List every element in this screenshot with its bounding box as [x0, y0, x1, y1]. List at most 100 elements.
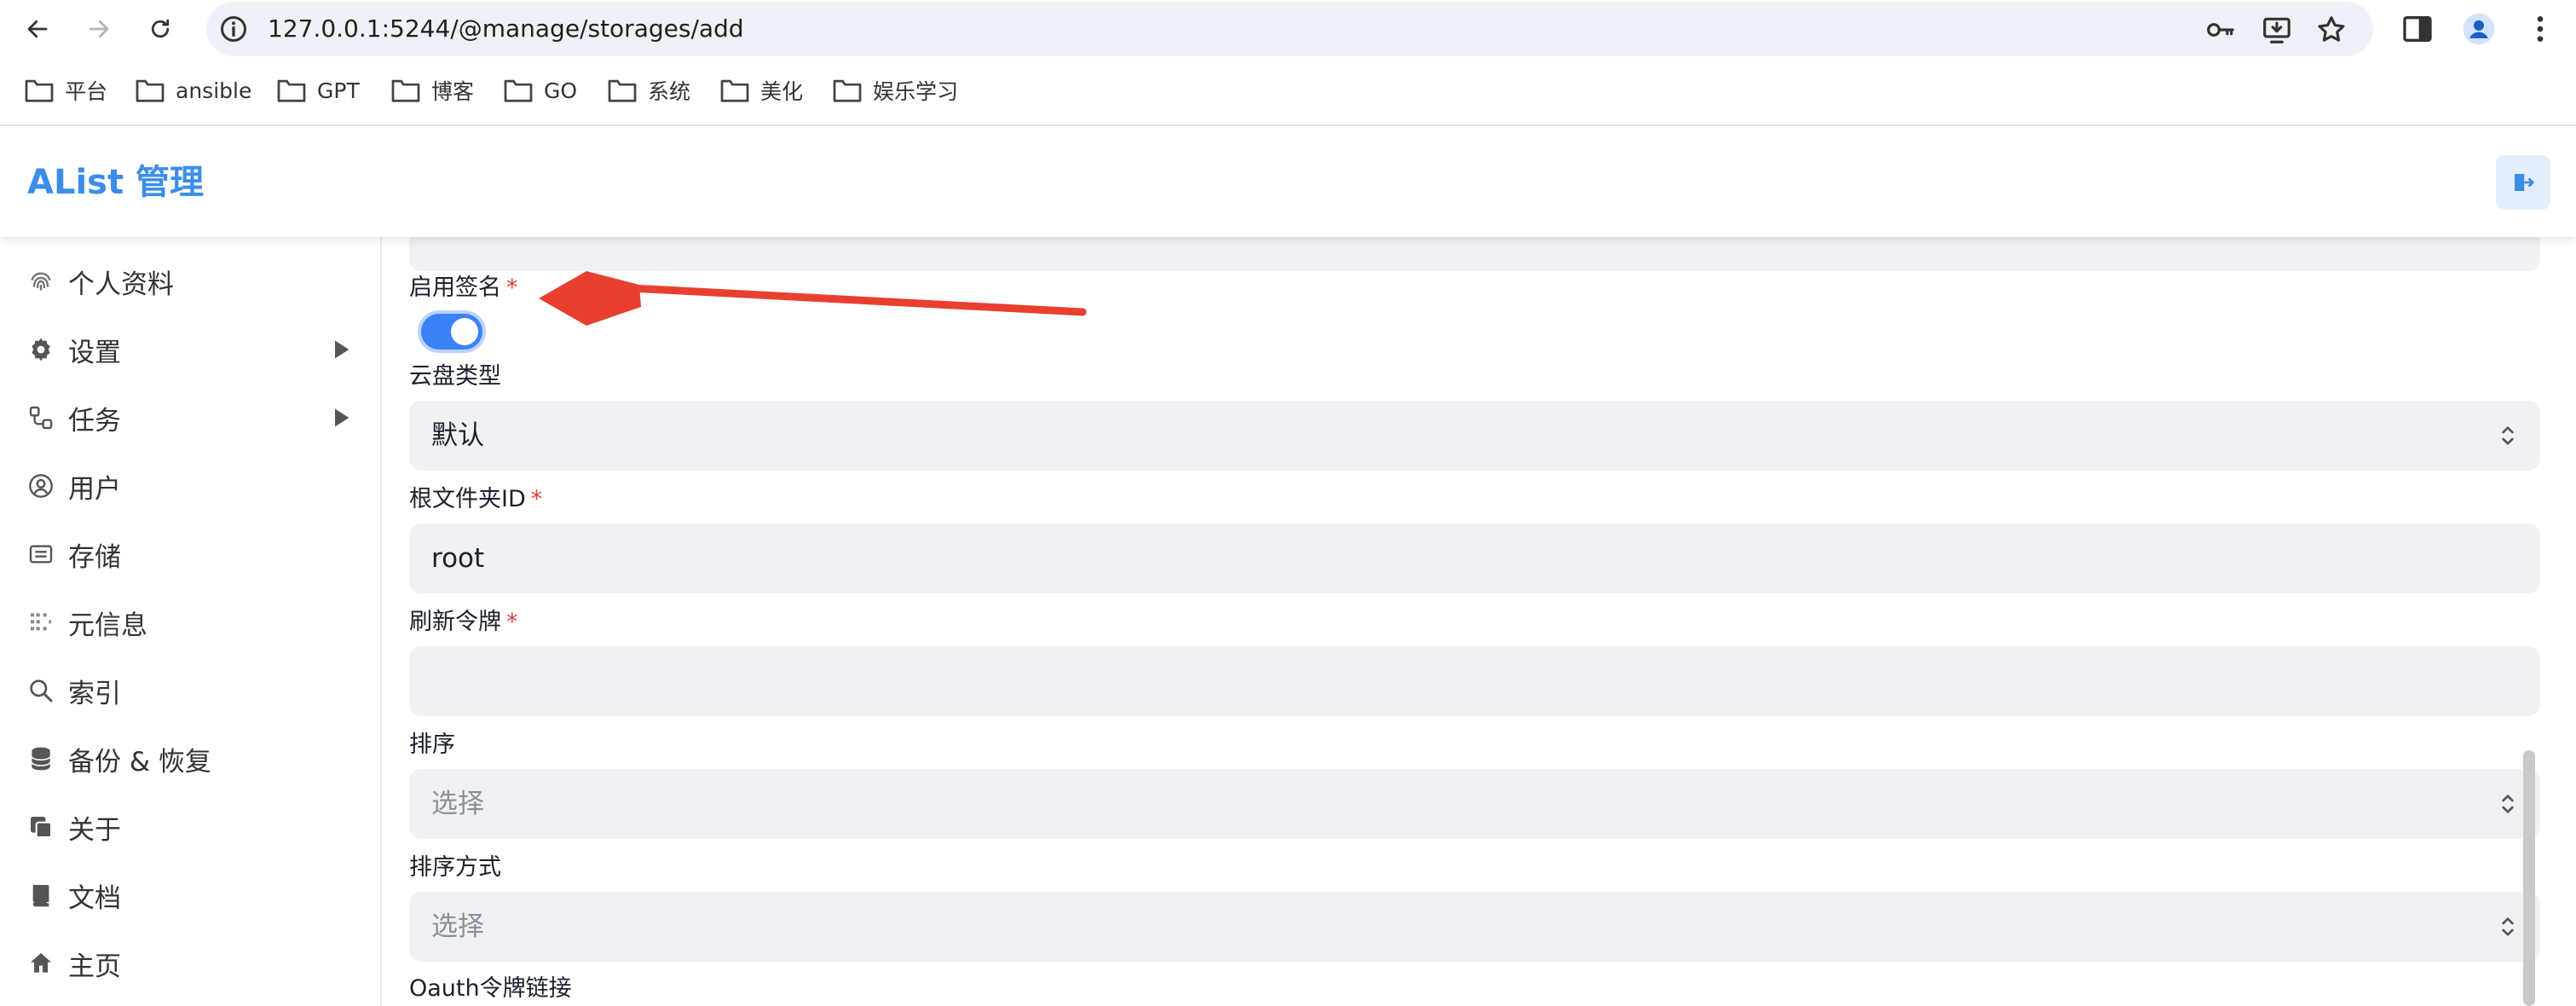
previous-field-input[interactable]: [409, 237, 2540, 271]
sidebar-item-label: 索引: [68, 678, 121, 709]
chevron-up-down-icon: [2502, 795, 2514, 813]
sidebar-item-label: 个人资料: [68, 269, 174, 300]
storage-form: 启用签名 * 云盘类型 默认 根文件夹ID * root 刷新令牌 * 排序 选择 排…: [384, 237, 2576, 1006]
url-text[interactable]: 127.0.0.1:5244/@manage/storages/add: [268, 2, 744, 56]
forward-button[interactable]: [80, 10, 118, 48]
install-app-icon[interactable]: [2261, 14, 2293, 46]
bookmark-star-icon[interactable]: [2315, 14, 2348, 46]
sidebar-item-users[interactable]: 用户: [26, 460, 367, 512]
order-by-select[interactable]: 选择: [409, 769, 2540, 839]
bookmark-folder[interactable]: 系统: [607, 73, 690, 107]
sidebar-item-label: 备份 & 恢复: [68, 746, 211, 778]
search-icon: [26, 675, 56, 706]
sign-toggle[interactable]: [421, 314, 482, 350]
sidebar-item-label: 主页: [68, 951, 121, 982]
bookmark-folder[interactable]: ansible: [135, 73, 251, 107]
bookmark-label: GO: [544, 78, 578, 103]
sidebar-item-backup-restore[interactable]: 备份 & 恢复: [26, 733, 367, 784]
sidebar-item-profile[interactable]: 个人资料: [26, 256, 367, 307]
bookmark-label: GPT: [317, 78, 360, 103]
select-placeholder: 选择: [431, 789, 484, 819]
sidebar-item-indexes[interactable]: 索引: [26, 665, 367, 716]
bookmark-folder[interactable]: GO: [503, 73, 577, 107]
folder-icon: [504, 79, 533, 102]
select-value: 默认: [431, 420, 484, 451]
folder-icon: [391, 79, 420, 102]
bookmark-label: ansible: [176, 78, 252, 103]
required-mark: *: [530, 486, 543, 512]
toggle-knob: [451, 318, 478, 345]
sidebar-item-label: 用户: [68, 473, 121, 505]
caret-right-icon: [335, 408, 349, 427]
caret-right-icon: [335, 340, 349, 359]
key-icon[interactable]: [2204, 14, 2237, 46]
back-arrow-icon: [27, 20, 48, 38]
fingerprint-icon: [26, 266, 56, 297]
bookmark-folder[interactable]: GPT: [276, 73, 360, 107]
root-id-input[interactable]: root: [409, 523, 2540, 593]
bookmark-folder[interactable]: 美化: [719, 73, 803, 107]
meta-icon: [26, 607, 56, 638]
order-direction-label: 排序方式: [409, 854, 501, 881]
select-placeholder: 选择: [431, 911, 484, 942]
bookmark-folder[interactable]: 平台: [24, 73, 107, 107]
logout-button[interactable]: [2496, 155, 2550, 210]
reload-button[interactable]: [142, 10, 179, 48]
logout-icon: [2515, 174, 2534, 191]
sidebar-item-metas[interactable]: 元信息: [26, 597, 367, 648]
sidebar: 个人资料 设置 任务 用户 存储 元信息 索引 备份 & 恢复 关于 文档 主页: [0, 237, 382, 1006]
root-id-label: 根文件夹ID *: [409, 486, 543, 512]
gear-icon: [26, 334, 56, 365]
bookmark-folder[interactable]: 博客: [390, 73, 474, 107]
forward-arrow-icon: [89, 20, 109, 38]
sidebar-item-label: 元信息: [68, 610, 147, 641]
folder-icon: [25, 79, 54, 102]
refresh-token-input[interactable]: [409, 646, 2540, 716]
browser-toolbar: 127.0.0.1:5244/@manage/storages/add: [0, 0, 2576, 58]
sidebar-item-tasks[interactable]: 任务: [26, 392, 367, 443]
order-direction-select[interactable]: 选择: [409, 892, 2540, 962]
chevron-up-down-icon: [2502, 917, 2514, 936]
site-info-icon[interactable]: [218, 14, 249, 44]
sidebar-item-settings[interactable]: 设置: [26, 324, 367, 375]
sidebar-item-docs[interactable]: 文档: [26, 870, 367, 921]
app-title[interactable]: AList 管理: [27, 128, 204, 237]
sidebar-item-label: 设置: [68, 337, 121, 368]
oauth-url-label: Oauth令牌链接: [409, 975, 572, 1002]
bookmarks-bar: 平台 ansible GPT 博客 GO 系统 美化 娱乐学习: [0, 58, 2576, 126]
sign-label: 启用签名 *: [409, 275, 518, 301]
flow-icon: [26, 402, 56, 433]
folder-icon: [720, 79, 749, 102]
profile-avatar-icon[interactable]: [2462, 12, 2496, 46]
sidebar-item-label: 任务: [68, 405, 121, 437]
sidebar-item-about[interactable]: 关于: [26, 801, 367, 853]
more-menu-icon[interactable]: [2523, 12, 2557, 46]
copy-icon: [26, 812, 56, 842]
bookmark-label: 系统: [648, 79, 691, 104]
sidebar-item-label: 文档: [68, 882, 121, 914]
app-header: AList 管理: [0, 128, 2576, 237]
back-button[interactable]: [19, 10, 56, 48]
folder-icon: [833, 79, 862, 102]
folder-icon: [608, 79, 637, 102]
sidebar-item-label: 关于: [68, 814, 121, 846]
bookmark-label: 娱乐学习: [873, 79, 959, 104]
storage-icon: [26, 539, 56, 569]
folder-icon: [277, 79, 306, 102]
book-icon: [26, 880, 56, 911]
cloud-type-select[interactable]: 默认: [409, 401, 2540, 471]
required-mark: *: [506, 609, 518, 635]
sidebar-item-storages[interactable]: 存储: [26, 529, 367, 580]
bookmark-label: 美化: [760, 79, 804, 104]
folder-icon: [136, 79, 165, 102]
refresh-token-label: 刷新令牌 *: [409, 609, 518, 635]
address-bar[interactable]: 127.0.0.1:5244/@manage/storages/add: [206, 2, 2373, 56]
bookmark-label: 博客: [431, 79, 475, 104]
bookmark-folder[interactable]: 娱乐学习: [832, 73, 958, 107]
page-scrollbar[interactable]: [2523, 750, 2535, 1006]
side-panel-icon[interactable]: [2400, 12, 2434, 46]
sidebar-item-home[interactable]: 主页: [26, 938, 367, 989]
reload-icon: [151, 19, 170, 38]
chevron-up-down-icon: [2502, 426, 2514, 445]
sidebar-item-label: 存储: [68, 541, 121, 573]
